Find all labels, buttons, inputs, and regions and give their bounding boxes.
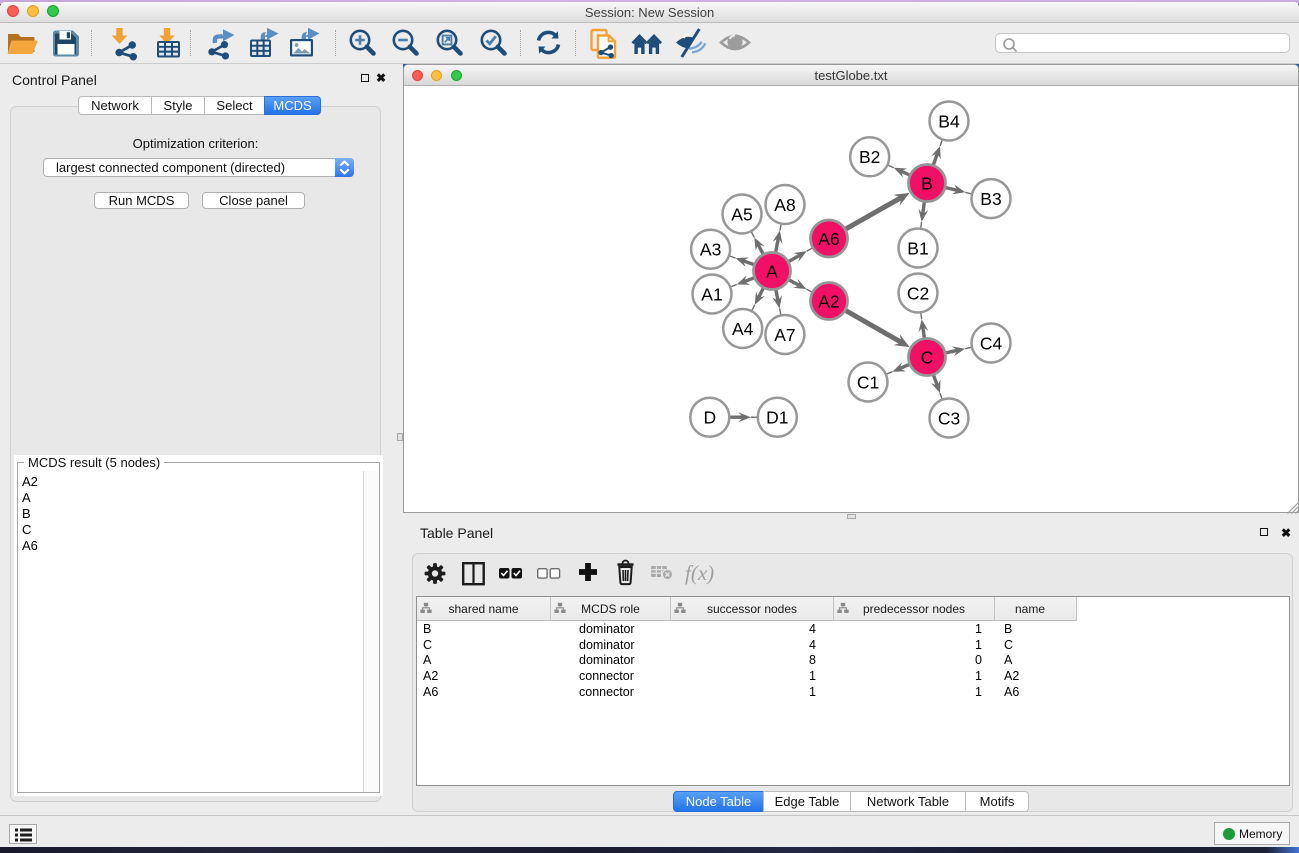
svg-text:D: D: [703, 408, 716, 428]
svg-text:A8: A8: [774, 195, 795, 215]
svg-text:B3: B3: [980, 189, 1001, 209]
svg-text:A6: A6: [818, 229, 839, 249]
svg-text:A1: A1: [701, 284, 722, 304]
svg-text:A2: A2: [818, 291, 839, 311]
svg-text:A7: A7: [774, 325, 795, 345]
svg-text:A4: A4: [732, 319, 754, 339]
svg-text:B2: B2: [859, 147, 880, 167]
svg-text:f(x): f(x): [685, 561, 714, 585]
svg-text:C: C: [921, 347, 934, 367]
svg-text:C2: C2: [907, 283, 929, 303]
svg-text:C1: C1: [857, 372, 879, 392]
svg-text:C4: C4: [980, 333, 1003, 353]
svg-text:B4: B4: [938, 111, 960, 131]
svg-text:C3: C3: [938, 408, 960, 428]
svg-text:A5: A5: [731, 204, 752, 224]
svg-text:A3: A3: [700, 240, 721, 260]
svg-text:B: B: [921, 173, 933, 193]
svg-text:A: A: [766, 261, 778, 281]
svg-text:B1: B1: [907, 238, 928, 258]
svg-text:D1: D1: [766, 408, 788, 428]
